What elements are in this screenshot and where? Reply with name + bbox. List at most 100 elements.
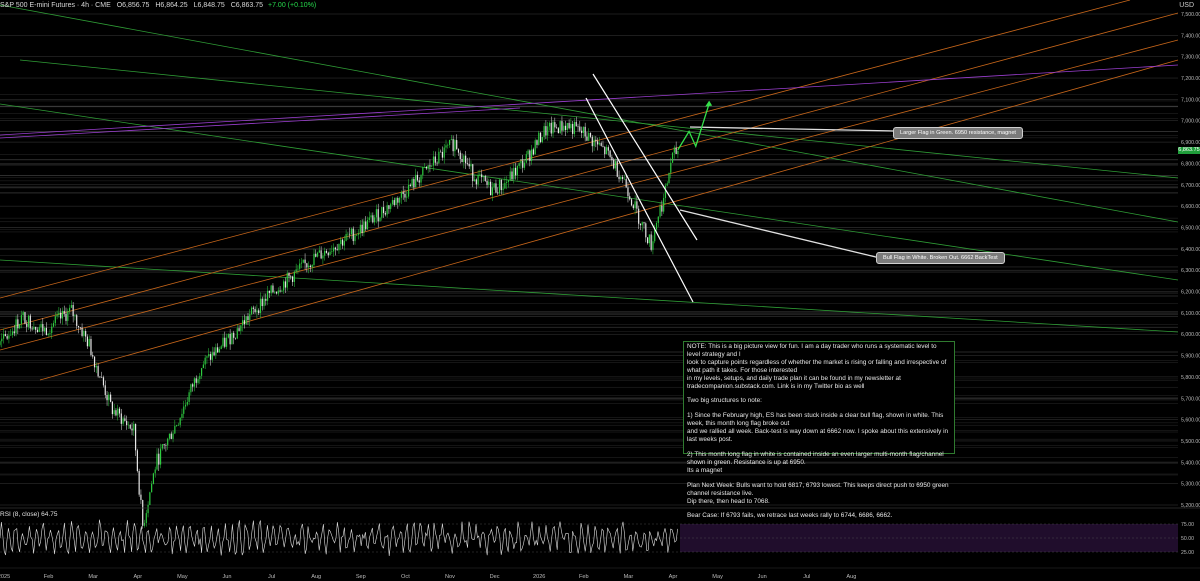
candle-body xyxy=(677,150,679,155)
candle-body xyxy=(329,251,331,256)
candle-body xyxy=(550,122,552,134)
rsi-label[interactable]: RSI (8, close) 64.75 xyxy=(0,511,57,518)
candle-body xyxy=(218,349,221,353)
candle-body xyxy=(531,149,533,161)
note-paragraph: Two big structures to note: xyxy=(687,397,762,405)
candle-body xyxy=(372,215,374,223)
candle-body xyxy=(26,323,28,327)
chart-header: S&P 500 E-mini Futures · 4h · CME O6,856… xyxy=(0,0,316,12)
candle-body xyxy=(110,394,112,402)
candle-body xyxy=(477,174,479,185)
candle-body xyxy=(671,152,674,163)
candle-body xyxy=(152,473,155,484)
price-tick-label: 6,200.00 xyxy=(1181,290,1200,296)
candle-body xyxy=(67,311,69,321)
candle-body xyxy=(0,341,1,345)
candle-body xyxy=(20,315,23,324)
candle-body xyxy=(641,222,643,226)
candle-body xyxy=(222,337,224,347)
candle-body xyxy=(195,378,197,383)
candle-body xyxy=(19,323,21,329)
candle-body xyxy=(513,167,515,180)
candle-body xyxy=(270,285,272,293)
candle-body xyxy=(438,151,440,164)
candle-body xyxy=(54,316,56,324)
candle-body xyxy=(159,448,162,465)
candle-body xyxy=(151,483,153,493)
callout-white-flag[interactable]: Bull Flag in White. Broken Out. 6662 Bac… xyxy=(876,252,1005,264)
candle-body xyxy=(242,320,244,326)
candle-body xyxy=(634,201,636,209)
callout-connector xyxy=(679,209,881,259)
note-box[interactable]: NOTE: This is a big picture view for fun… xyxy=(683,341,955,519)
candle-body xyxy=(413,178,415,188)
candle-body xyxy=(543,126,545,137)
price-tick-label: 6,800.00 xyxy=(1181,161,1200,167)
candle-body xyxy=(95,366,97,368)
candle-body xyxy=(397,198,399,203)
candle-body xyxy=(468,163,470,167)
candle-body xyxy=(308,265,310,268)
candle-body xyxy=(256,310,258,312)
ohlc-change: +7.00 (+0.10%) xyxy=(268,2,317,9)
note-paragraph: NOTE: This is a big picture view for fun… xyxy=(687,343,947,390)
candle-body xyxy=(668,172,670,184)
candle-body xyxy=(584,126,586,137)
candle-body xyxy=(124,418,126,421)
candle-body xyxy=(117,408,119,416)
candle-body xyxy=(247,316,249,321)
candle-body xyxy=(336,249,338,251)
symbol-title[interactable]: S&P 500 E-mini Futures · 4h · CME xyxy=(0,2,111,9)
candle-body xyxy=(263,298,265,307)
candle-body xyxy=(238,328,240,331)
candle-body xyxy=(261,298,263,307)
candle-body xyxy=(115,410,117,416)
candle-body xyxy=(404,193,406,198)
candle-body xyxy=(456,140,458,150)
candle-body xyxy=(472,164,474,182)
candle-body xyxy=(497,192,499,194)
time-axis[interactable]: 2025 Feb Mar Apr May Jun Jul Aug Sep Oct Nov Dec 202… xyxy=(0,567,1200,580)
candle-body xyxy=(158,453,160,465)
candle-body xyxy=(575,121,577,127)
candle-body xyxy=(47,333,49,335)
candle-body xyxy=(664,185,667,198)
candle-body xyxy=(199,375,201,380)
candle-body xyxy=(411,178,413,187)
candle-body xyxy=(300,262,303,264)
candle-body xyxy=(566,122,568,131)
candle-body xyxy=(366,219,369,230)
candle-body xyxy=(167,438,169,446)
candle-body xyxy=(623,178,625,180)
candle-body xyxy=(217,347,219,353)
currency-label[interactable]: USD xyxy=(1173,0,1200,11)
candle-body xyxy=(29,315,31,329)
candle-body xyxy=(334,247,336,250)
candle-body xyxy=(532,149,535,155)
candle-body xyxy=(639,223,642,226)
price-axis[interactable]: 7,500.00 7,400.00 7,300.00 7,200.00 7,100.00… xyxy=(1178,0,1200,581)
candle-body xyxy=(149,492,151,505)
candle-body xyxy=(423,166,426,168)
candle-body xyxy=(506,181,508,183)
candle-body xyxy=(131,428,133,431)
callout-green-flag[interactable]: Larger Flag in Green. 6950 resistance, m… xyxy=(893,127,1023,139)
candle-body xyxy=(459,152,461,159)
candle-body xyxy=(220,346,222,350)
candle-body xyxy=(379,217,381,222)
candle-body xyxy=(382,207,385,214)
candle-body xyxy=(324,250,326,256)
candle-body xyxy=(102,377,105,386)
candle-body xyxy=(593,139,595,147)
candle-body xyxy=(390,204,392,209)
time-tick-label: Apr xyxy=(133,574,142,580)
candle-body xyxy=(609,150,611,157)
candle-body xyxy=(598,143,601,145)
candle-body xyxy=(627,187,629,197)
candle-body xyxy=(197,379,199,383)
candle-body xyxy=(120,413,122,424)
candle-body xyxy=(290,276,292,277)
candle-body xyxy=(174,426,176,434)
candle-body xyxy=(275,292,278,294)
candle-body xyxy=(99,376,101,378)
